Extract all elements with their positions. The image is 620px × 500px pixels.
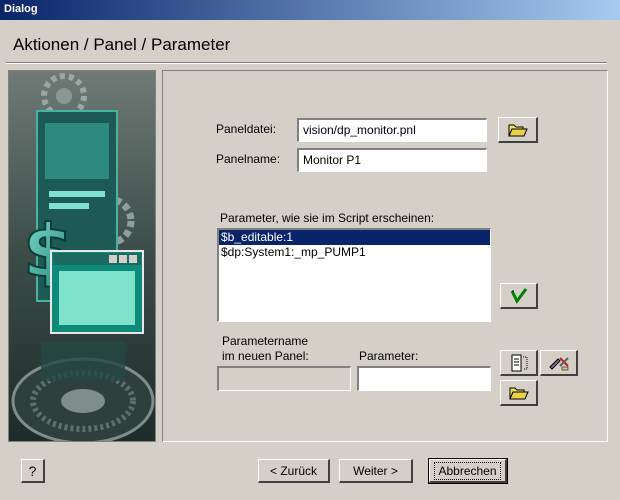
paneldatei-label: Paneldatei: <box>216 122 277 136</box>
params-listbox[interactable]: $b_editable:1 $dp:System1:_mp_PUMP1 <box>217 228 491 322</box>
cancel-button[interactable]: Abbrechen <box>428 458 508 484</box>
next-button[interactable]: Weiter > <box>339 459 413 483</box>
folder-open-icon <box>507 124 528 136</box>
select-parameter-button[interactable] <box>500 350 538 376</box>
help-button[interactable]: ? <box>21 459 45 483</box>
parameter-input[interactable] <box>357 366 491 391</box>
edit-tools-icon <box>548 356 569 370</box>
parameter-list-icon <box>511 354 527 371</box>
wizard-illustration-graphic: $ <box>9 71 155 441</box>
paramname-label-1: Parametername <box>222 334 309 348</box>
panelname-label: Panelname: <box>216 152 281 166</box>
back-button[interactable]: < Zurück <box>258 459 330 483</box>
page-title: Aktionen / Panel / Parameter <box>13 35 231 54</box>
edit-button[interactable] <box>540 350 578 376</box>
open-file-button-2[interactable] <box>500 380 538 406</box>
wizard-illustration: $ <box>8 70 156 442</box>
cancel-button-label: Abbrechen <box>434 461 501 480</box>
paramname-label-2: im neuen Panel: <box>222 349 309 363</box>
parameter-label: Parameter: <box>359 349 419 363</box>
paramname-input[interactable] <box>217 366 351 391</box>
folder-open-icon <box>508 387 529 399</box>
paneldatei-input[interactable]: vision/dp_monitor.pnl <box>297 118 487 142</box>
list-item[interactable]: $dp:System1:_mp_PUMP1 <box>219 245 490 260</box>
heading-divider <box>6 62 607 64</box>
title-bar[interactable]: Dialog <box>0 0 620 20</box>
open-file-button[interactable] <box>498 117 538 143</box>
apply-button[interactable] <box>500 283 538 309</box>
panelname-input[interactable]: Monitor P1 <box>297 148 487 172</box>
params-label: Parameter, wie sie im Script erscheinen: <box>220 211 435 225</box>
checkmark-icon <box>510 287 527 304</box>
window-title: Dialog <box>4 3 38 15</box>
list-item[interactable]: $b_editable:1 <box>219 230 490 245</box>
